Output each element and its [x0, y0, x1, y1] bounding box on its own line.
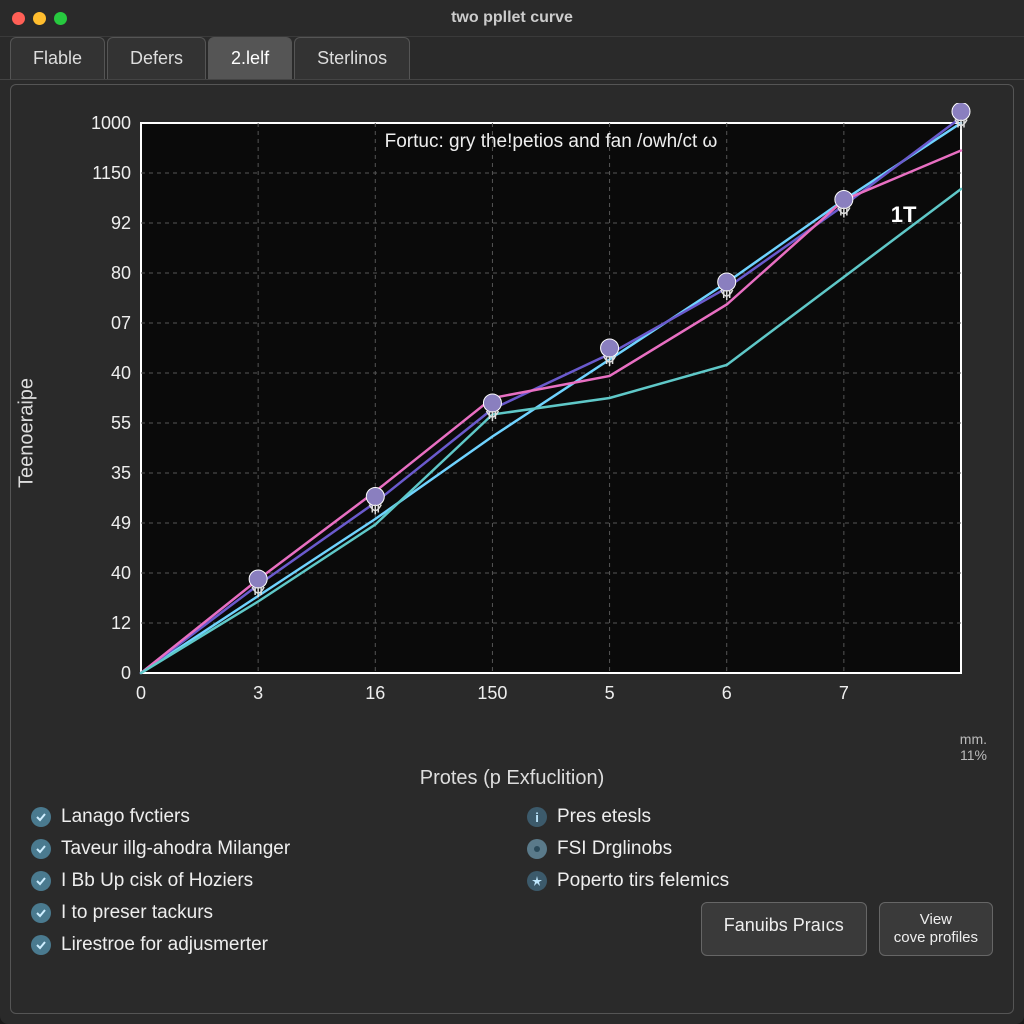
secondary-button[interactable]: Viewcove profiles — [879, 902, 993, 956]
checkbox-icon[interactable] — [527, 871, 547, 891]
svg-text:55: 55 — [111, 413, 131, 433]
window-title: two ppllet curve — [0, 9, 1024, 27]
primary-button[interactable]: Fanuibs Praıcs — [701, 902, 867, 956]
options-column-left: Lanago fvctiers Taveur illg-ahodra Milang… — [31, 806, 497, 956]
tab-2lelf[interactable]: 2.lelf — [208, 37, 292, 79]
svg-text:0: 0 — [121, 663, 131, 683]
zoom-icon[interactable] — [54, 12, 67, 25]
svg-text:6: 6 — [722, 683, 732, 703]
option-left-1[interactable]: Taveur illg-ahodra Milanger — [31, 838, 497, 860]
tab-bar: Flable Defers 2.lelf Sterlinos — [0, 37, 1024, 80]
svg-text:40: 40 — [111, 563, 131, 583]
option-left-4[interactable]: Lirestroe for adjusmerter — [31, 934, 497, 956]
svg-text:150: 150 — [477, 683, 507, 703]
content-pane: Teenoeraipe 0124049355540078092115010000… — [10, 84, 1014, 1014]
checkbox-icon[interactable] — [31, 839, 51, 859]
option-label: Poperto tirs felemics — [557, 870, 729, 892]
button-row: Fanuibs PraıcsViewcove profiles — [527, 902, 993, 956]
svg-text:12: 12 — [111, 613, 131, 633]
option-label: FSI Drglinobs — [557, 838, 672, 860]
checkbox-icon[interactable] — [31, 935, 51, 955]
tab-flable[interactable]: Flable — [10, 37, 105, 79]
svg-text:49: 49 — [111, 513, 131, 533]
svg-text:1150: 1150 — [92, 163, 131, 183]
x-axis-label: Protes (p Exfuclition) — [31, 767, 993, 790]
chart-svg: 0 12 40 49 35 55 40 07 80 92 1150 1000 0 3 16 150 5 6 7 For… — [61, 103, 1001, 723]
option-label: Lirestroe for adjusmerter — [61, 934, 268, 956]
corner-note-line2: 11% — [960, 747, 987, 763]
svg-text:1000: 1000 — [91, 113, 131, 133]
option-left-3[interactable]: I to preser tackurs — [31, 902, 497, 924]
option-right-1[interactable]: FSI Drglinobs — [527, 838, 993, 860]
close-icon[interactable] — [12, 12, 25, 25]
svg-text:92: 92 — [111, 213, 131, 233]
svg-text:40: 40 — [111, 363, 131, 383]
option-left-0[interactable]: Lanago fvctiers — [31, 806, 497, 828]
tab-sterlinos[interactable]: Sterlinos — [294, 37, 410, 79]
svg-text:7: 7 — [839, 683, 849, 703]
option-label: Taveur illg-ahodra Milanger — [61, 838, 290, 860]
corner-note-line1: mm. — [960, 731, 987, 747]
app-window: two ppllet curve Flable Defers 2.lelf St… — [0, 0, 1024, 1024]
svg-text:80: 80 — [111, 263, 131, 283]
option-label: Pres etesls — [557, 806, 651, 828]
option-right-2[interactable]: Poperto tirs felemics — [527, 870, 993, 892]
minimize-icon[interactable] — [33, 12, 46, 25]
tab-defers[interactable]: Defers — [107, 37, 206, 79]
options-column-right: i Pres etesls FSI Drglinobs Poperto tirs fe… — [527, 806, 993, 956]
svg-text:1T: 1T — [891, 202, 917, 227]
svg-text:5: 5 — [605, 683, 615, 703]
titlebar: two ppllet curve — [0, 0, 1024, 37]
option-label: I to preser tackurs — [61, 902, 213, 924]
option-right-0[interactable]: i Pres etesls — [527, 806, 993, 828]
svg-text:3: 3 — [253, 683, 263, 703]
svg-text:Fortuc: gry the!petios and fan: Fortuc: gry the!petios and fan /owh/ct ω — [385, 131, 718, 152]
options-row: Lanago fvctiers Taveur illg-ahodra Milang… — [31, 806, 993, 956]
window-controls — [12, 12, 67, 25]
chart-area: Teenoeraipe 0124049355540078092115010000… — [31, 103, 993, 763]
corner-note: mm. 11% — [960, 732, 987, 763]
svg-text:0: 0 — [136, 683, 146, 703]
y-axis-label: Teenoeraipe — [16, 378, 39, 488]
svg-text:16: 16 — [365, 683, 385, 703]
svg-text:35: 35 — [111, 463, 131, 483]
checkbox-icon[interactable] — [527, 839, 547, 859]
checkbox-icon[interactable] — [31, 871, 51, 891]
option-left-2[interactable]: I Bb Up cisk of Hoziers — [31, 870, 497, 892]
checkbox-icon[interactable]: i — [527, 807, 547, 827]
option-label: Lanago fvctiers — [61, 806, 190, 828]
svg-text:07: 07 — [111, 313, 131, 333]
checkbox-icon[interactable] — [31, 903, 51, 923]
option-label: I Bb Up cisk of Hoziers — [61, 870, 253, 892]
checkbox-icon[interactable] — [31, 807, 51, 827]
